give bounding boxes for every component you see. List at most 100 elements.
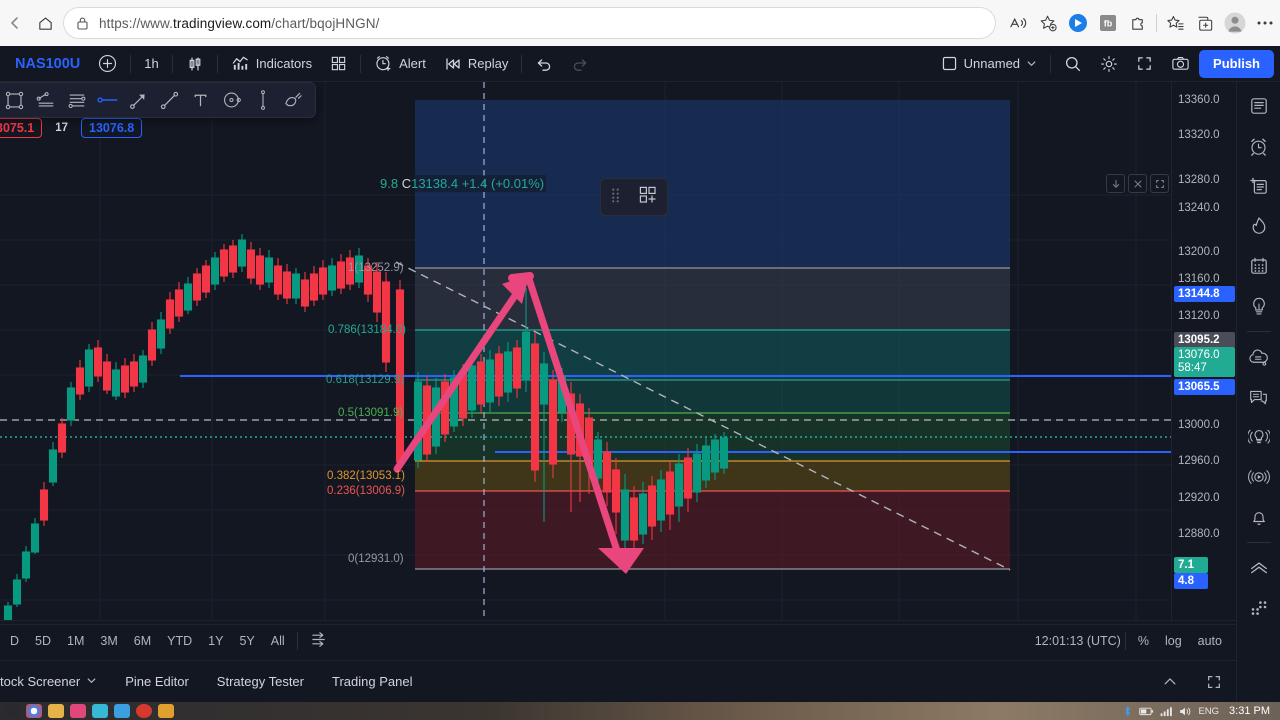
range-button-ytd[interactable]: YTD	[159, 631, 200, 651]
go-to-date-icon[interactable]	[302, 628, 335, 654]
fib-retracement-tool[interactable]	[61, 86, 92, 114]
tab-pine-editor[interactable]: Pine Editor	[111, 674, 203, 689]
hotlist-icon[interactable]	[1241, 208, 1277, 244]
range-button-6m[interactable]: 6M	[126, 631, 159, 651]
drawing-toolbar[interactable]	[0, 82, 316, 118]
range-button-5y[interactable]: 5Y	[231, 631, 262, 651]
arrow-marker-icon[interactable]	[123, 86, 154, 114]
notifications-icon[interactable]	[1241, 499, 1277, 535]
ideas-stream-icon[interactable]	[1241, 419, 1277, 455]
browser-essentials-icon[interactable]	[1190, 8, 1220, 38]
measure-icon[interactable]	[247, 86, 278, 114]
extension-fb-icon[interactable]: fb	[1093, 8, 1123, 38]
range-button-3m[interactable]: 3M	[92, 631, 125, 651]
percent-scale-button[interactable]: %	[1130, 631, 1157, 651]
macd-value-badge[interactable]: 7.1	[1174, 557, 1208, 573]
data-window-icon[interactable]	[1241, 168, 1277, 204]
taskbar-record[interactable]	[136, 704, 152, 718]
replay-button[interactable]: Replay	[435, 50, 517, 78]
add-pane-icon[interactable]	[638, 185, 658, 210]
object-tree-widget[interactable]	[600, 178, 668, 216]
brush-icon[interactable]	[278, 86, 309, 114]
more-settings-icon[interactable]	[1250, 8, 1280, 38]
move-pane-down-button[interactable]	[1106, 174, 1125, 193]
range-button-1m[interactable]: 1M	[59, 631, 92, 651]
profile-avatar-icon[interactable]	[1220, 8, 1250, 38]
taskbar-clock[interactable]: 3:31 PM	[1229, 705, 1276, 717]
range-button-1y[interactable]: 1Y	[200, 631, 231, 651]
interval-button[interactable]: 1h	[135, 50, 167, 78]
chart-region[interactable]: TradingView MACD 12 close 26 9 EMA EMA 6…	[0, 82, 1236, 620]
back-arrow-icon[interactable]	[0, 8, 30, 38]
circle-target-icon[interactable]	[216, 86, 247, 114]
taskbar-app5[interactable]	[92, 704, 108, 718]
pane-buttons[interactable]	[1106, 174, 1169, 193]
battery-icon[interactable]	[1139, 706, 1154, 717]
tab-stock-screener[interactable]: tock Screener	[0, 674, 111, 689]
price-pane[interactable]: TradingView MACD 12 close 26 9 EMA EMA 6…	[0, 82, 1171, 620]
alerts-icon[interactable]	[1241, 128, 1277, 164]
current-price-badge[interactable]: 13095.2	[1174, 332, 1235, 348]
chart-type-button[interactable]	[177, 50, 213, 78]
chart-settings-button[interactable]	[1091, 50, 1127, 78]
read-aloud-icon[interactable]	[1003, 8, 1033, 38]
watchlist-icon[interactable]	[1241, 88, 1277, 124]
network-icon[interactable]	[1160, 706, 1173, 717]
taskbar-edge[interactable]	[114, 704, 130, 718]
publish-button[interactable]: Publish	[1199, 49, 1274, 78]
auto-scale-button[interactable]: auto	[1190, 631, 1230, 651]
price-tag-blue[interactable]: 13076.8	[81, 118, 143, 138]
undo-button[interactable]	[526, 50, 562, 78]
search-button[interactable]	[1055, 50, 1091, 78]
taskbar-start[interactable]	[4, 704, 20, 718]
horizontal-line-tool[interactable]	[92, 86, 123, 114]
collapse-panel-button[interactable]	[1148, 674, 1192, 690]
bid-badge[interactable]: 13065.5	[1174, 379, 1235, 395]
collapse-pane-button[interactable]	[1128, 174, 1147, 193]
ideas-icon[interactable]	[1241, 288, 1277, 324]
tab-trading-panel[interactable]: Trading Panel	[318, 674, 426, 689]
countdown-badge[interactable]: 13076.0 58:47	[1174, 347, 1235, 377]
bluetooth-icon[interactable]	[1122, 705, 1133, 717]
range-button-5d[interactable]: 5D	[27, 631, 59, 651]
favorites-list-icon[interactable]	[1160, 8, 1190, 38]
layout-button[interactable]: Unnamed	[932, 50, 1046, 78]
taskbar-language[interactable]: ENG	[1198, 706, 1219, 717]
taskbar-pr[interactable]	[70, 704, 86, 718]
alert-button[interactable]: Alert	[365, 50, 435, 78]
range-button-d[interactable]: D	[2, 631, 27, 651]
volume-icon[interactable]	[1179, 706, 1192, 717]
extensions-puzzle-icon[interactable]	[1123, 8, 1153, 38]
utc-clock[interactable]: 12:01:13 (UTC)	[1035, 634, 1121, 648]
indicator-templates-button[interactable]	[321, 50, 356, 78]
maximize-pane-button[interactable]	[1150, 174, 1169, 193]
price-tag-red[interactable]: 3075.1	[0, 118, 43, 138]
pitchfork-tool[interactable]	[30, 86, 61, 114]
taskbar-chrome[interactable]	[26, 704, 42, 718]
collapse-sidebar-icon[interactable]	[1241, 550, 1277, 586]
trend-line-tool[interactable]	[154, 86, 185, 114]
range-button-all[interactable]: All	[263, 631, 293, 651]
tab-strategy-tester[interactable]: Strategy Tester	[203, 674, 318, 689]
manage-panes-icon[interactable]	[1241, 590, 1277, 626]
taskbar-tv[interactable]	[158, 704, 174, 718]
home-icon[interactable]	[30, 8, 60, 38]
macd-signal-badge[interactable]: 4.8	[1174, 573, 1208, 589]
rectangle-tool[interactable]	[0, 86, 30, 114]
public-chats-icon[interactable]	[1241, 339, 1277, 375]
fullscreen-panel-button[interactable]	[1192, 674, 1236, 690]
text-t-icon[interactable]	[185, 86, 216, 114]
add-symbol-button[interactable]	[89, 50, 126, 78]
address-bar[interactable]: https://www.tradingview.com/chart/bqojHN…	[64, 8, 995, 38]
indicators-button[interactable]: Indicators	[222, 50, 321, 78]
snapshot-button[interactable]	[1162, 50, 1199, 78]
symbol-button[interactable]: NAS100U	[6, 50, 89, 78]
blue-line-badge[interactable]: 13144.8	[1174, 286, 1235, 302]
fullscreen-button[interactable]	[1127, 50, 1162, 78]
redo-button[interactable]	[562, 50, 598, 78]
copilot-icon[interactable]	[1063, 8, 1093, 38]
calendar-icon[interactable]	[1241, 248, 1277, 284]
drag-handle-icon[interactable]	[610, 186, 621, 209]
streams-icon[interactable]	[1241, 459, 1277, 495]
taskbar-explorer[interactable]	[48, 704, 64, 718]
